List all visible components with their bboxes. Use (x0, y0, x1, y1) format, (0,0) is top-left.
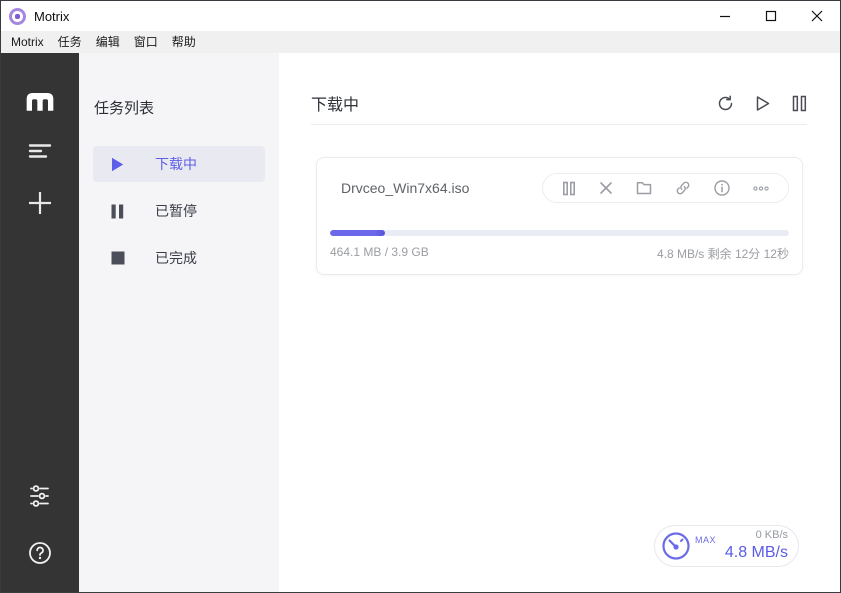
sidebar-item-finished[interactable]: 已完成 (93, 240, 265, 276)
sidebar-item-label: 已暂停 (155, 203, 197, 219)
task-sidebar: 任务列表 下载中 已暂停 已完成 (79, 53, 279, 592)
titlebar: Motrix (1, 1, 840, 31)
menu-edit[interactable]: 编辑 (89, 31, 127, 53)
pause-icon (562, 181, 576, 195)
task-size-text: 464.1 MB / 3.9 GB (330, 245, 429, 259)
help-icon[interactable] (1, 541, 79, 565)
info-icon (714, 180, 730, 196)
left-rail (1, 53, 79, 592)
download-speed-value: 4.8 MB/s (724, 543, 788, 561)
motrix-logo-icon (1, 91, 79, 111)
play-icon (111, 157, 125, 172)
task-progress-bar (330, 230, 789, 236)
menubar: Motrix 任务 编辑 窗口 帮助 (1, 31, 840, 53)
task-delete-button[interactable] (599, 181, 613, 195)
task-list-icon[interactable] (1, 143, 79, 159)
max-speed-label: MAX (695, 535, 717, 545)
app-logo-icon (9, 7, 26, 25)
task-copy-link-button[interactable] (675, 180, 691, 196)
upload-speed-value: 0 KB/s (755, 529, 788, 542)
motrix-window: Motrix Motrix 任务 编辑 窗口 帮助 任务列表 下载中 已暂停 已… (0, 0, 841, 593)
folder-icon (636, 182, 652, 195)
speedometer-icon (660, 531, 691, 562)
menu-help[interactable]: 帮助 (165, 31, 203, 53)
window-title: Motrix (34, 8, 70, 24)
sidebar-item-paused[interactable]: 已暂停 (93, 193, 265, 229)
global-speed-widget[interactable]: MAX 0 KB/s 4.8 MB/s (654, 525, 799, 567)
sidebar-item-label: 已完成 (155, 250, 197, 266)
main-header: 下载中 (311, 91, 807, 125)
menu-motrix[interactable]: Motrix (4, 31, 51, 53)
main-panel: 下载中 Drvceo_Win7x64.iso 464.1 MB / 3.9 GB… (279, 53, 840, 592)
task-speed-eta-text: 4.8 MB/s 剩余 12分 12秒 (656, 247, 789, 261)
add-task-icon[interactable] (1, 190, 79, 216)
maximize-button[interactable] (748, 1, 794, 31)
task-filename: Drvceo_Win7x64.iso (341, 180, 470, 196)
progress-fill (330, 230, 386, 236)
pause-all-icon (792, 95, 807, 111)
minimize-icon (720, 15, 730, 18)
menu-window[interactable]: 窗口 (127, 31, 165, 53)
task-info-button[interactable] (714, 180, 730, 196)
settings-icon[interactable] (1, 484, 79, 508)
task-action-toolbar (542, 173, 789, 203)
sidebar-item-label: 下载中 (155, 156, 197, 172)
link-icon (676, 181, 690, 195)
menu-task[interactable]: 任务 (51, 31, 89, 53)
minimize-button[interactable] (702, 1, 748, 31)
task-more-button[interactable] (753, 185, 769, 191)
delete-icon (600, 182, 612, 194)
page-title: 下载中 (311, 97, 360, 114)
close-button[interactable] (794, 1, 840, 31)
sidebar-item-downloading[interactable]: 下载中 (93, 146, 265, 182)
more-icon (753, 185, 769, 191)
task-sidebar-title: 任务列表 (94, 100, 155, 117)
refresh-button[interactable] (717, 94, 734, 112)
pause-all-button[interactable] (792, 95, 807, 112)
resume-all-button[interactable] (755, 95, 771, 112)
task-pause-button[interactable] (562, 181, 576, 196)
task-open-folder-button[interactable] (636, 181, 652, 195)
pause-icon (111, 204, 125, 219)
download-task-card[interactable]: Drvceo_Win7x64.iso 464.1 MB / 3.9 GB 4.8… (316, 157, 803, 275)
resume-all-icon (756, 95, 770, 111)
stop-icon (111, 251, 125, 265)
maximize-icon (765, 10, 777, 22)
refresh-icon (718, 94, 733, 110)
close-icon (811, 10, 823, 22)
